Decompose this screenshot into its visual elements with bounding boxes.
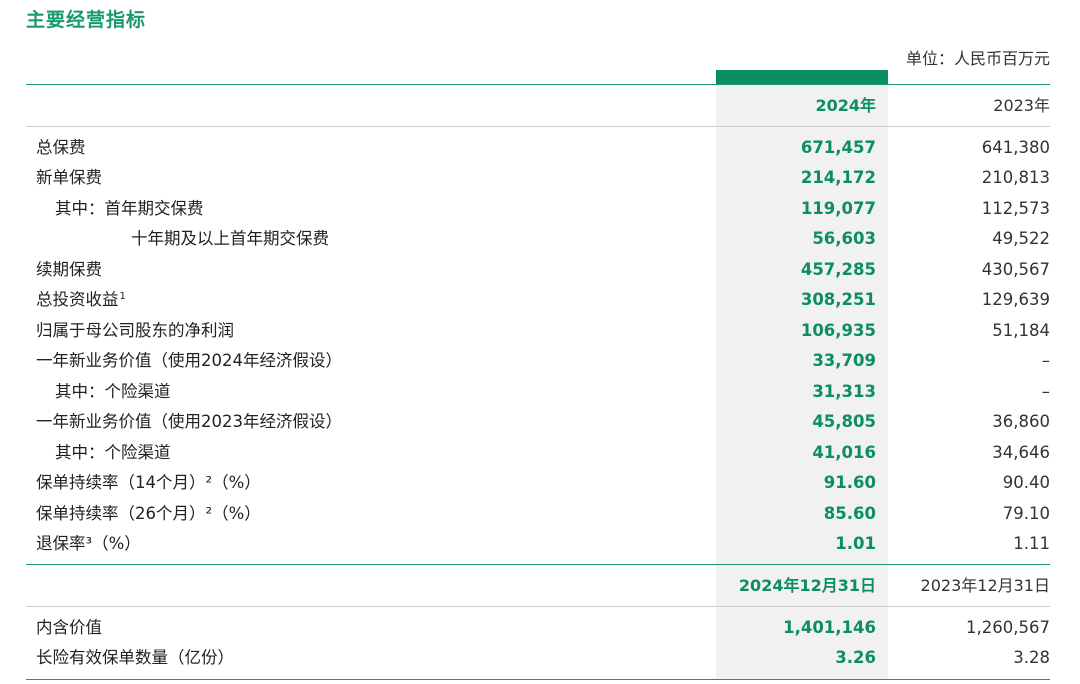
row-label: 内含价值 (36, 618, 102, 637)
value-2023: 49,522 (992, 229, 1050, 248)
row-label: 长险有效保单数量（亿份） (36, 648, 234, 667)
value-2024: 56,603 (812, 229, 876, 248)
table-row: 一年新业务价值（使用2023年经济假设） 45,805 36,860 (26, 407, 1050, 437)
value-2024: 33,709 (812, 351, 876, 370)
value-2024: 45,805 (812, 412, 876, 431)
unit-label: 单位：人民币百万元 (905, 49, 1050, 68)
row-label: 保单持续率（14个月）²（%） (36, 473, 261, 492)
value-2023: 3.28 (1013, 648, 1050, 667)
value-2023: 1,260,567 (966, 618, 1050, 637)
table-row: 续期保费 457,285 430,567 (26, 255, 1050, 285)
header-2023-12-31: 2023年12月31日 (920, 576, 1050, 595)
value-2024: 3.26 (835, 648, 876, 667)
row-label: 其中：个险渠道 (55, 443, 171, 462)
section-divider-rule (26, 564, 1050, 565)
table-row: 保单持续率（14个月）²（%） 91.60 90.40 (26, 468, 1050, 498)
row-label: 归属于母公司股东的净利润 (36, 321, 234, 340)
value-2023: – (1041, 382, 1050, 401)
page-title: 主要经营指标 (26, 9, 147, 31)
row-label: 其中：首年期交保费 (55, 199, 204, 218)
table-row: 其中：个险渠道 31,313 – (26, 377, 1050, 407)
row-label: 新单保费 (36, 168, 102, 187)
value-2024: 1,401,146 (783, 618, 876, 637)
footnote-marker: 1 (119, 291, 126, 302)
table-row: 新单保费 214,172 210,813 (26, 163, 1050, 193)
row-label: 续期保费 (36, 260, 102, 279)
value-2023: 112,573 (981, 199, 1050, 218)
row-label: 十年期及以上首年期交保费 (131, 229, 329, 248)
value-2024: 31,313 (812, 382, 876, 401)
row-label: 其中：个险渠道 (55, 382, 171, 401)
value-2023: 34,646 (992, 443, 1050, 462)
value-2024: 214,172 (800, 168, 876, 187)
value-2024: 85.60 (823, 504, 876, 523)
current-year-header-bar (716, 70, 888, 84)
table-row: 归属于母公司股东的净利润 106,935 51,184 (26, 316, 1050, 346)
value-2023: 51,184 (992, 321, 1050, 340)
table-row: 保单持续率（26个月）²（%） 85.60 79.10 (26, 499, 1050, 529)
value-2024: 91.60 (823, 473, 876, 492)
table-row: 总保费 671,457 641,380 (26, 133, 1050, 163)
row-label: 总投资收益1 (36, 285, 126, 315)
row-label: 保单持续率（26个月）²（%） (36, 504, 261, 523)
value-2024: 308,251 (800, 290, 876, 309)
value-2023: 129,639 (981, 290, 1050, 309)
table-row: 总投资收益1 308,251 129,639 (26, 285, 1050, 315)
value-2024: 119,077 (800, 199, 876, 218)
table-row: 其中：首年期交保费 119,077 112,573 (26, 194, 1050, 224)
table-bottom-rule (26, 679, 1050, 680)
table-row: 长险有效保单数量（亿份） 3.26 3.28 (26, 643, 1050, 673)
row-label-text: 总投资收益 (36, 290, 119, 309)
table-row: 退保率³（%） 1.01 1.11 (26, 529, 1050, 559)
header-2024: 2024年 (815, 96, 876, 115)
table-row: 其中：个险渠道 41,016 34,646 (26, 438, 1050, 468)
value-2023: 1.11 (1013, 534, 1050, 553)
value-2024: 106,935 (800, 321, 876, 340)
value-2023: – (1041, 351, 1050, 370)
header-2023: 2023年 (993, 96, 1050, 115)
value-2024: 671,457 (800, 138, 876, 157)
table-top-rule (26, 84, 1050, 85)
value-2023: 430,567 (981, 260, 1050, 279)
value-2023: 641,380 (981, 138, 1050, 157)
value-2024: 457,285 (800, 260, 876, 279)
row-label: 总保费 (36, 138, 86, 157)
value-2023: 210,813 (981, 168, 1050, 187)
table-row: 一年新业务价值（使用2024年经济假设） 33,709 – (26, 346, 1050, 376)
row-label: 一年新业务价值（使用2024年经济假设） (36, 351, 342, 370)
section-header-rule (26, 606, 1050, 607)
row-label: 退保率³（%） (36, 534, 141, 553)
value-2023: 79.10 (1002, 504, 1050, 523)
row-label: 一年新业务价值（使用2023年经济假设） (36, 412, 342, 431)
table-row: 十年期及以上首年期交保费 56,603 49,522 (26, 224, 1050, 254)
table-row: 内含价值 1,401,146 1,260,567 (26, 613, 1050, 643)
value-2023: 90.40 (1002, 473, 1050, 492)
header-2024-12-31: 2024年12月31日 (738, 576, 876, 595)
value-2023: 36,860 (992, 412, 1050, 431)
value-2024: 1.01 (835, 534, 876, 553)
header-rule (26, 126, 1050, 127)
value-2024: 41,016 (812, 443, 876, 462)
